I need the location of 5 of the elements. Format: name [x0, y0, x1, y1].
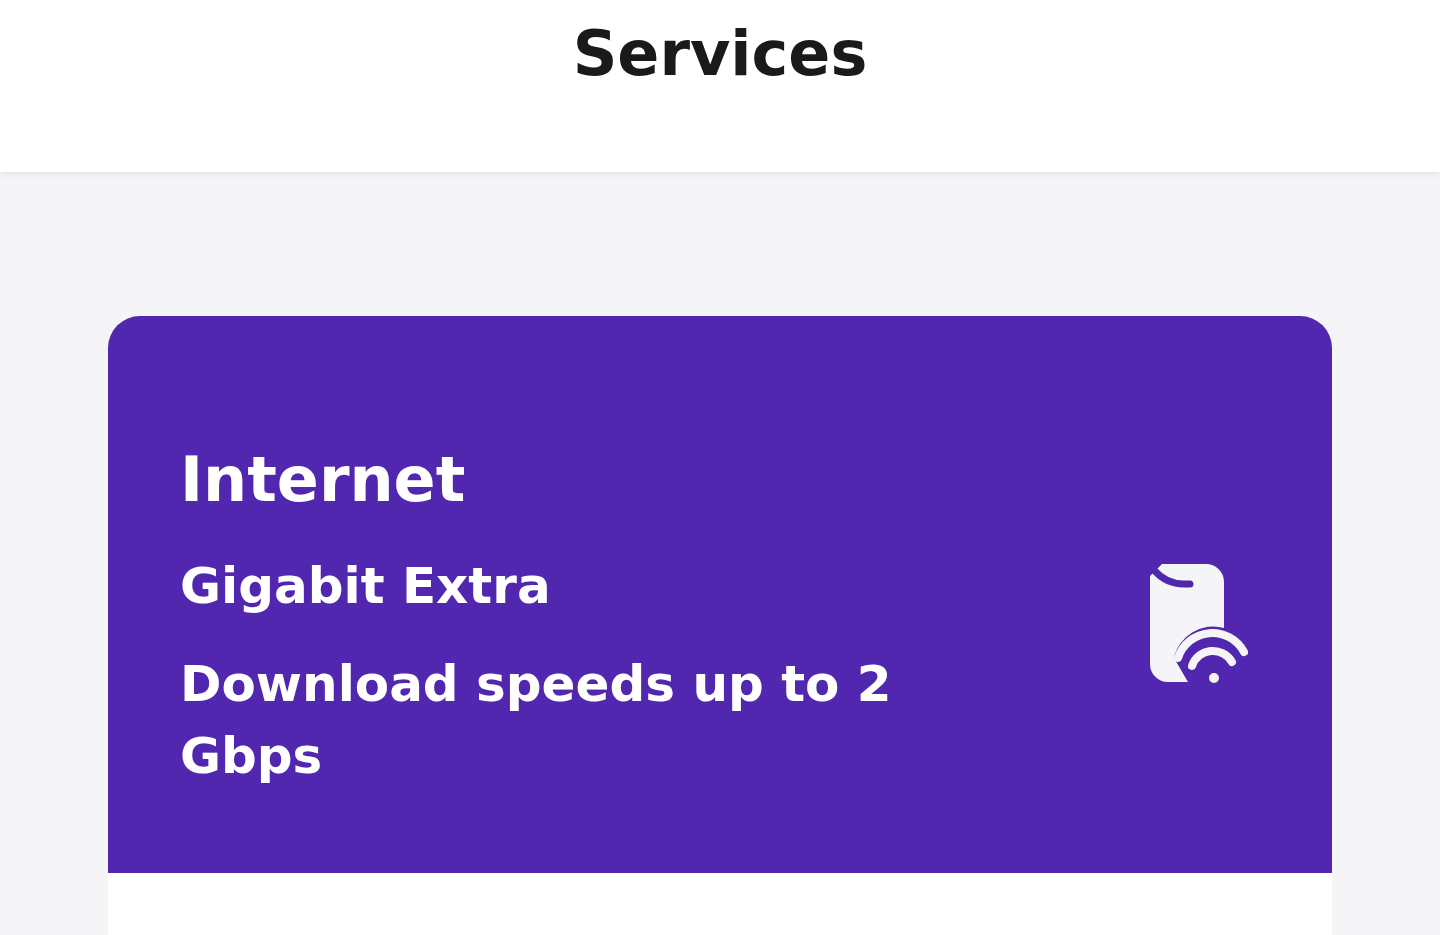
service-title: Internet — [180, 444, 467, 516]
page-title: Services — [572, 18, 868, 90]
router-wifi-icon — [1148, 562, 1248, 686]
plan-name: Gigabit Extra — [180, 556, 552, 616]
plan-description: Download speeds up to 2 Gbps — [180, 654, 893, 787]
